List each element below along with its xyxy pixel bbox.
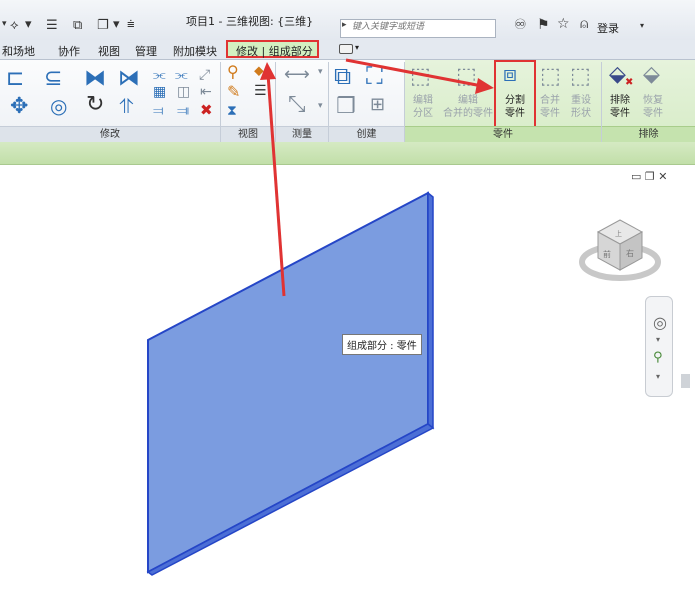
dropdown-caret-icon[interactable]: ▾ xyxy=(656,335,660,344)
wall-part-front[interactable] xyxy=(147,191,429,574)
navigation-bar[interactable] xyxy=(645,296,673,397)
annotation-arrowhead-tab xyxy=(260,62,276,80)
viewcube-front-label: 前 xyxy=(603,249,611,259)
zoom-icon[interactable]: ⚲ xyxy=(653,350,663,365)
annotation-arrowhead-split xyxy=(475,78,494,94)
viewcube-right-label: 右 xyxy=(626,248,634,258)
dropdown-caret-icon[interactable]: ▾ xyxy=(656,372,660,381)
wall-part-edge xyxy=(427,191,434,430)
annotation-arrow-to-split xyxy=(345,58,483,88)
annotation-arrow-to-tab xyxy=(266,73,286,297)
vertical-scrollbar-thumb[interactable] xyxy=(681,374,690,388)
viewport-graphics: 上 前 右 xyxy=(146,58,661,576)
steering-wheel-icon[interactable]: ◎ xyxy=(653,313,667,332)
viewcube-top-label: 上 xyxy=(615,229,622,238)
element-tooltip: 组成部分 : 零件 xyxy=(342,334,422,355)
